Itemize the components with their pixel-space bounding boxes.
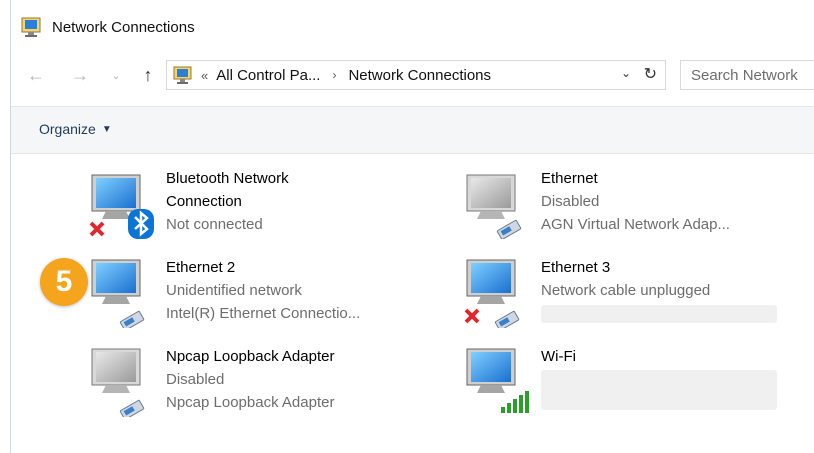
caret-down-icon: ▼ — [101, 123, 112, 135]
search-input[interactable]: Search Network — [680, 60, 814, 90]
connection-device: Npcap Loopback Adapter — [166, 394, 335, 411]
connection-status: Network cable unplugged — [541, 282, 711, 299]
connection-wifi[interactable]: Wi-Fi — [463, 345, 814, 425]
connection-name-line2: Connection — [166, 193, 242, 210]
connection-ethernet[interactable]: Ethernet Disabled AGN Virtual Network Ad… — [463, 167, 814, 247]
connection-name: Ethernet 3 — [541, 259, 611, 276]
connection-status: Not connected — [166, 216, 263, 233]
organize-button[interactable]: Organize ▼ — [39, 121, 112, 137]
connection-device: Intel(R) Ethernet Connectio... — [166, 305, 361, 322]
network-cable-icon — [119, 310, 145, 328]
breadcrumb-control-panel[interactable]: All Control Pa... — [216, 67, 320, 84]
arrow-right-icon: → — [71, 64, 89, 85]
arrow-left-icon: ← — [27, 64, 45, 85]
recent-locations-button[interactable]: ⌄ — [108, 63, 124, 87]
organize-label: Organize — [39, 121, 96, 137]
overflow-chevron[interactable]: « — [201, 68, 208, 83]
network-connections-icon — [21, 17, 41, 37]
connection-device: AGN Virtual Network Adap... — [541, 216, 730, 233]
title-bar: Network Connections — [20, 14, 195, 40]
connection-name: Ethernet 2 — [166, 259, 236, 276]
address-dropdown-icon[interactable]: ⌄ — [621, 66, 631, 80]
signal-bars-icon — [501, 391, 529, 413]
connection-ethernet-2[interactable]: Ethernet 2 Unidentified network Intel(R)… — [88, 256, 448, 336]
redacted-network — [541, 368, 777, 410]
command-bar: Organize ▼ — [11, 106, 814, 154]
control-panel-icon — [173, 66, 192, 84]
ethernet-icon — [464, 259, 520, 328]
network-cable-icon — [496, 219, 522, 239]
up-button[interactable]: ↑ — [136, 63, 160, 87]
breadcrumb-separator[interactable]: › — [332, 68, 336, 82]
connection-name: Bluetooth Network — [166, 170, 289, 187]
navigation-bar: ← → ⌄ ↑ « All Control Pa... › Network Co… — [0, 58, 814, 92]
back-button[interactable]: ← — [24, 63, 48, 87]
connection-status: Disabled — [166, 371, 225, 388]
connection-name: Ethernet — [541, 170, 598, 187]
ethernet-icon — [91, 259, 145, 328]
connection-status: Unidentified network — [166, 282, 302, 299]
connection-name: Npcap Loopback Adapter — [166, 348, 335, 365]
breadcrumb-network-connections[interactable]: Network Connections — [348, 67, 491, 84]
connection-npcap-loopback[interactable]: Npcap Loopback Adapter Disabled Npcap Lo… — [88, 345, 448, 425]
network-cable-icon — [494, 310, 520, 328]
step-badge: 5 — [40, 258, 88, 306]
connection-ethernet-3[interactable]: Ethernet 3 Network cable unplugged — [463, 256, 814, 336]
wifi-icon — [466, 348, 529, 413]
connection-bluetooth[interactable]: Bluetooth Network Connection Not connect… — [88, 167, 448, 247]
connection-status: Disabled — [541, 193, 600, 210]
chevron-down-icon: ⌄ — [111, 69, 121, 82]
redacted-device — [541, 302, 777, 325]
forward-button[interactable]: → — [68, 63, 92, 87]
ethernet-disabled-icon — [91, 348, 145, 417]
address-bar[interactable]: « All Control Pa... › Network Connection… — [166, 60, 666, 90]
ethernet-disabled-icon — [466, 174, 522, 239]
network-cable-icon — [119, 399, 145, 417]
connection-name: Wi-Fi — [541, 348, 576, 365]
red-x-icon — [89, 221, 105, 237]
bluetooth-icon — [128, 209, 154, 239]
window-title: Network Connections — [52, 18, 195, 36]
arrow-up-icon: ↑ — [143, 64, 153, 85]
refresh-icon[interactable]: ↻ — [644, 64, 657, 84]
red-x-icon — [464, 308, 480, 324]
bluetooth-network-icon — [89, 174, 154, 239]
